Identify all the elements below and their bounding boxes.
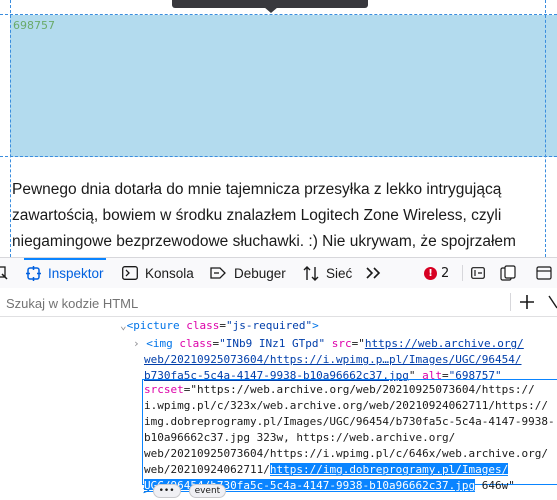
tab-debugger-label: Debuger [234, 265, 286, 281]
element-picker-icon[interactable] [0, 258, 8, 288]
dock-side-icon[interactable] [500, 258, 516, 288]
attr-eq: = [219, 319, 226, 332]
network-icon [303, 265, 319, 281]
tree-node-picture[interactable]: ⌄<picture class="js-required"> [120, 319, 319, 333]
tab-inspector-label: Inspektor [48, 265, 104, 281]
attr-name: src [331, 337, 352, 350]
error-count: 2 [441, 265, 450, 281]
closing-bracket: > [143, 484, 150, 497]
error-count-badge[interactable]: ! 2 [424, 258, 449, 288]
error-icon: ! [424, 266, 437, 280]
tab-network[interactable]: Sieć [303, 258, 352, 288]
debugger-icon [210, 266, 227, 280]
srcset-line: srcset="https://web.archive.org/web/2021… [144, 383, 535, 397]
article-line: zawartością, bowiem w środku znalazłem L… [12, 207, 502, 224]
html-search-bar [0, 288, 557, 318]
inspector-icon [26, 265, 41, 281]
tag-name: img [152, 337, 173, 350]
collapse-toggle-icon[interactable]: › [133, 337, 140, 350]
srcset-line: web/20210925073604/https://i.wpimg.pl/c/… [144, 447, 548, 461]
tag-bracket: < [146, 337, 153, 350]
attr-name: srcset [144, 383, 184, 396]
srcset-text: 646w" [475, 479, 515, 492]
devtools-panel: Inspektor Konsola Debuger Sieć ! 2 Szuka… [0, 257, 557, 500]
tag-bracket: > [312, 319, 319, 332]
attr-name: class [186, 319, 220, 332]
img-src-continued: web/20210925073604/https://i.wpimg.p…pl/… [144, 353, 522, 367]
tab-debugger[interactable]: Debuger [210, 258, 286, 288]
article-line: niegamingowe bezprzewodowe słuchawki. :)… [12, 233, 516, 250]
tag-name: picture [133, 319, 180, 332]
attr-value: "js-required" [225, 319, 313, 332]
srcset-text: img.dobreprogramy.pl/Images/UGC/96454/b7… [144, 415, 555, 428]
add-node-button[interactable] [520, 290, 534, 314]
srcset-text: ="https://web.archive.org/web/2021092507… [183, 383, 535, 396]
page-preview: 698757 Pewnego dnia dotarła do mnie taje… [0, 0, 557, 257]
srcset-line: b10a96662c37.jpg 323w, https://web.archi… [144, 431, 455, 445]
srcset-text: web/20210924062711/ [144, 463, 270, 476]
html-search-input[interactable] [0, 288, 518, 318]
eyedropper-icon[interactable] [548, 294, 557, 314]
tab-console-label: Konsola [145, 265, 194, 281]
srcset-line: img.dobreprogramy.pl/Images/UGC/96454/b7… [144, 415, 555, 429]
tab-inspector[interactable]: Inspektor [24, 258, 106, 288]
image-alt-text: 698757 [13, 19, 55, 32]
tab-network-label: Sieć [326, 265, 353, 281]
event-badge[interactable]: event [188, 484, 227, 498]
article-line: Pewnego dnia dotarła do mnie tajemnicza … [12, 181, 502, 198]
console-icon [122, 266, 138, 280]
collapsed-children-button[interactable]: ••• [152, 484, 181, 498]
more-tabs-chevron-icon[interactable] [366, 258, 382, 288]
node-footer-row: > ••• event [143, 484, 227, 498]
srcset-text: i.wpimg.pl/c/323x/web.archive.org/web/20… [144, 399, 548, 412]
tree-node-img[interactable]: › <img class="INb9 INz1 GTpd" src="https… [133, 337, 524, 351]
guide-line-top [0, 14, 557, 15]
toolbar-separator [462, 265, 463, 281]
attr-name: class [179, 337, 213, 350]
src-link[interactable]: https://web.archive.org/ [365, 337, 524, 350]
guide-line-left [10, 0, 11, 257]
src-link[interactable]: web/20210925073604/https://i.wpimg.p…pl/… [144, 353, 522, 366]
srcset-text: b10a96662c37.jpg 323w, https://web.archi… [144, 431, 456, 444]
srcset-line: i.wpimg.pl/c/323x/web.archive.org/web/20… [144, 399, 548, 413]
toggle-split-console-icon[interactable] [471, 258, 485, 288]
node-tooltip-arrow [264, 7, 278, 13]
attr-value: "INb9 INz1 GTpd" [219, 337, 326, 350]
srcset-text: web/20210925073604/https://i.wpimg.pl/c/… [144, 447, 548, 460]
selected-text[interactable]: https://img.dobreprogramy.pl/Images/ [269, 463, 509, 476]
markup-tree: ⌄<picture class="js-required"> › <img cl… [0, 317, 557, 500]
tab-console[interactable]: Konsola [122, 258, 194, 288]
devtools-toolbar: Inspektor Konsola Debuger Sieć ! 2 [0, 257, 557, 289]
guide-line-bottom [0, 156, 557, 157]
expand-toggle-icon[interactable]: ⌄ [120, 319, 127, 332]
more-options-icon[interactable] [536, 258, 552, 288]
srcset-line: web/20210924062711/https://img.dobreprog… [144, 463, 509, 477]
image-highlight-overlay [10, 15, 557, 157]
search-separator [510, 293, 511, 311]
article-paragraph: Pewnego dnia dotarła do mnie tajemnicza … [12, 177, 552, 255]
